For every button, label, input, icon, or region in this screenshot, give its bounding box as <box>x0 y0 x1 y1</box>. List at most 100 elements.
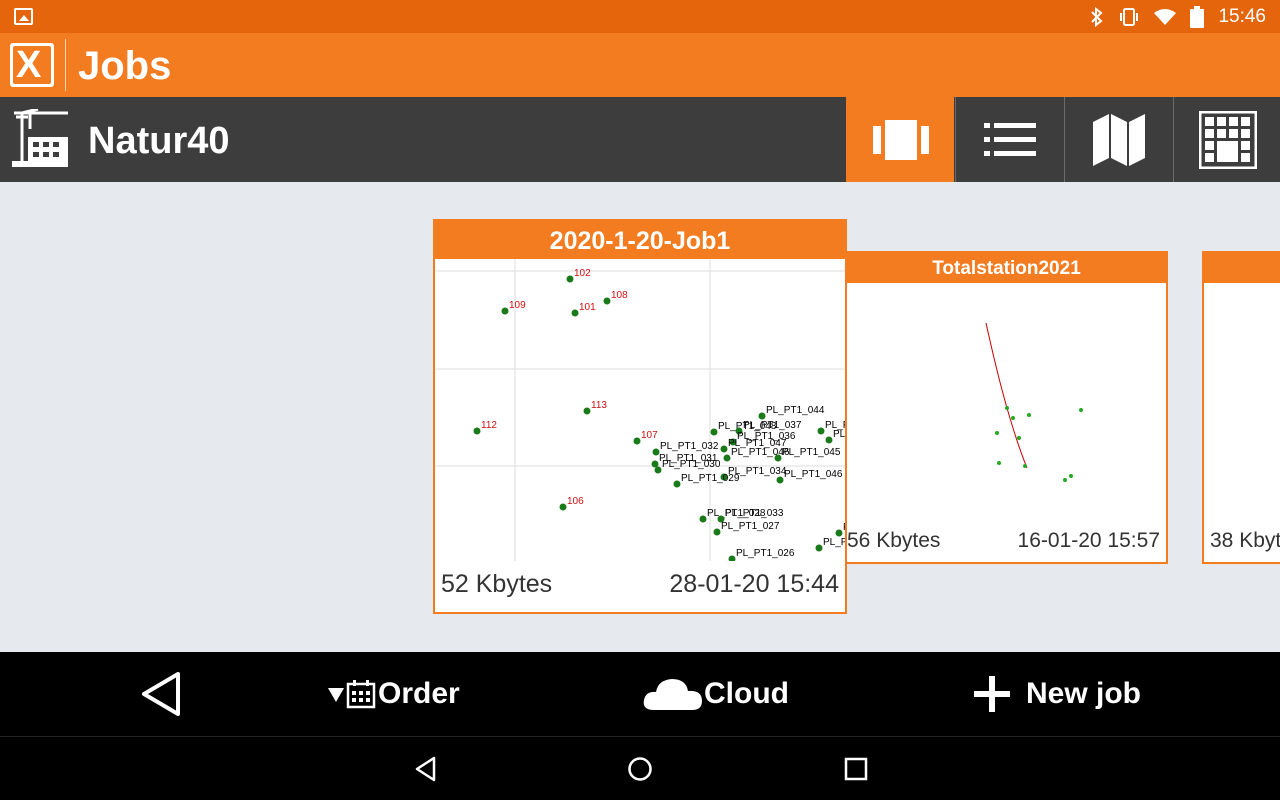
job-card[interactable]: Totalstation2021 56 Kbytes 16-01-20 15:5… <box>845 251 1168 564</box>
survey-point-label: PL_PT1_030 <box>662 459 721 470</box>
crane-building-icon <box>12 109 68 167</box>
survey-point <box>1079 408 1083 412</box>
survey-line <box>985 322 1028 469</box>
survey-point-label: PL_P <box>823 537 845 548</box>
map-icon <box>1092 113 1145 166</box>
survey-point-label: PL_PT1_045 <box>782 447 841 458</box>
nav-recents-icon[interactable] <box>840 753 872 785</box>
job-point-plot <box>985 322 1083 482</box>
list-icon <box>983 122 1036 156</box>
survey-point-label: PL_PT1_037 <box>743 420 802 431</box>
new-job-label: New job <box>1026 677 1142 710</box>
job-size: 38 Kbyt <box>1210 529 1280 552</box>
job-footer: 38 Kbyt <box>1204 522 1280 562</box>
survey-point-label: 102 <box>574 268 591 279</box>
survey-point-label: 106 <box>567 496 584 507</box>
cloud-label: Cloud <box>704 677 789 710</box>
job-date: 28-01-20 15:44 <box>669 570 839 598</box>
survey-point-label: PL_PT1_046 <box>784 469 843 480</box>
jobs-carousel[interactable]: 2020-1-20-Job1 102 108 109 101 113 112 107 106 P… <box>0 182 1280 652</box>
survey-point <box>758 412 766 420</box>
job-date: 16-01-20 15:57 <box>1017 529 1160 552</box>
vibrate-icon <box>1120 7 1139 26</box>
survey-point <box>723 454 731 462</box>
project-name[interactable]: Natur40 <box>88 97 230 182</box>
nav-home-icon[interactable] <box>624 753 656 785</box>
job-title <box>1204 253 1280 283</box>
survey-point <box>710 428 718 436</box>
list-view-button[interactable] <box>955 97 1063 182</box>
dropdown-arrow-icon <box>328 688 344 702</box>
survey-point <box>673 480 681 488</box>
job-title: 2020-1-20-Job1 <box>435 221 845 259</box>
carousel-view-button[interactable] <box>846 97 954 182</box>
survey-point <box>603 297 611 305</box>
job-card[interactable]: 38 Kbyt <box>1202 251 1280 564</box>
survey-point <box>566 275 574 283</box>
job-preview-map <box>847 283 1166 523</box>
status-bar: 15:46 <box>0 0 1280 33</box>
survey-point <box>1027 413 1031 417</box>
survey-point-label: PL_PT1_044 <box>766 405 825 416</box>
survey-point <box>825 436 833 444</box>
survey-point <box>1069 474 1073 478</box>
back-triangle-icon <box>142 672 180 716</box>
battery-icon <box>1190 5 1205 28</box>
survey-point-label: PL_PT1_026 <box>736 548 795 559</box>
survey-point <box>651 460 659 468</box>
clock: 15:46 <box>1218 5 1266 27</box>
survey-point <box>633 437 641 445</box>
survey-point <box>583 407 591 415</box>
job-card-selected[interactable]: 2020-1-20-Job1 102 108 109 101 113 112 107 106 P… <box>433 219 847 614</box>
survey-point-label: PL_ <box>833 429 845 440</box>
grid-view-button[interactable] <box>1173 97 1280 182</box>
status-icons: 15:46 <box>1090 0 1266 33</box>
page-title: Jobs <box>78 44 172 88</box>
project-bar: Natur40 <box>0 97 1280 182</box>
bottom-action-bar: Order Cloud New job <box>0 652 1280 736</box>
survey-point-label: 112 <box>481 420 497 431</box>
image-icon <box>14 8 33 25</box>
wifi-icon <box>1154 8 1177 25</box>
job-point-plot: 102 108 109 101 113 112 107 106 PL_PT1_044 PL_PT1… <box>435 259 845 561</box>
app-bar: X Jobs <box>0 33 1280 97</box>
survey-point <box>1063 478 1067 482</box>
survey-point-label: PL_PT1_029 <box>681 473 740 484</box>
survey-point-label: PL_PT1_033 <box>725 508 784 519</box>
bluetooth-icon <box>1091 6 1103 27</box>
survey-point <box>473 427 481 435</box>
survey-point <box>1011 416 1015 420</box>
survey-point <box>654 466 662 474</box>
back-button[interactable] <box>140 652 182 736</box>
job-title: Totalstation2021 <box>847 253 1166 283</box>
order-button[interactable]: Order <box>326 652 460 736</box>
grid-icon <box>1198 110 1257 169</box>
system-nav-bar <box>0 736 1280 800</box>
survey-point <box>1005 406 1009 410</box>
calendar-icon <box>346 680 376 709</box>
new-job-button[interactable]: New job <box>972 652 1141 736</box>
app-logo-icon[interactable]: X <box>10 43 54 87</box>
survey-point <box>835 529 843 537</box>
cloud-icon <box>643 679 702 710</box>
survey-point-label: PL_PT1_032 <box>660 441 719 452</box>
survey-point-label: 108 <box>611 290 628 301</box>
survey-point-label: 109 <box>509 300 526 311</box>
survey-point <box>713 528 721 536</box>
app-bar-divider <box>65 39 66 91</box>
cloud-button[interactable]: Cloud <box>642 652 789 736</box>
survey-point-label: 107 <box>641 430 658 441</box>
survey-point <box>699 515 707 523</box>
carousel-icon <box>872 119 929 160</box>
job-preview-map: 102 108 109 101 113 112 107 106 PL_PT1_044 PL_PT1… <box>435 259 845 561</box>
map-view-button[interactable] <box>1064 97 1172 182</box>
survey-point-label: PL_PT1_027 <box>721 521 780 532</box>
survey-point <box>997 461 1001 465</box>
job-size: 56 Kbytes <box>847 529 941 552</box>
survey-point <box>815 544 823 552</box>
job-size: 52 Kbytes <box>441 570 553 598</box>
survey-point <box>817 427 825 435</box>
survey-point <box>995 431 999 435</box>
nav-back-icon[interactable] <box>410 753 442 785</box>
survey-point <box>501 307 509 315</box>
